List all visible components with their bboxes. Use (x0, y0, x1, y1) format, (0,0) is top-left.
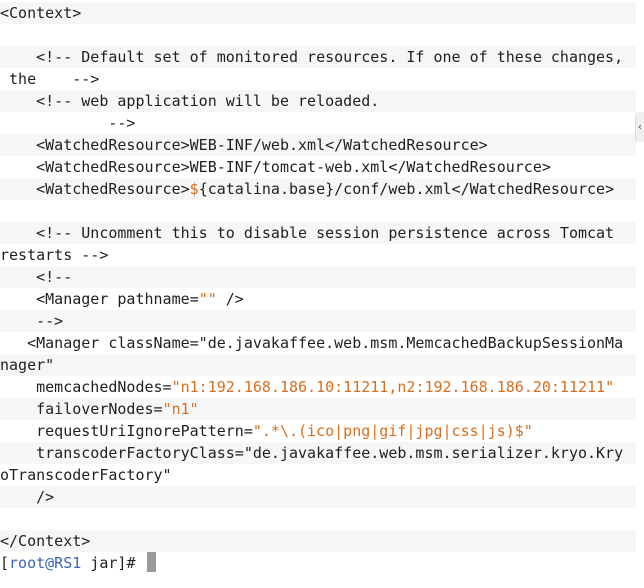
terminal-line: <WatchedResource>${catalina.base}/conf/w… (0, 178, 636, 200)
code-text: /> (216, 290, 244, 308)
code-text: <Manager className="de.javakaffee.web.ms… (0, 334, 624, 352)
code-text: restarts --> (0, 246, 109, 264)
terminal-line: <Context> (0, 2, 636, 24)
terminal-window[interactable]: <Context> <!-- Default set of monitored … (0, 0, 644, 588)
code-text: transcoderFactoryClass="de.javakaffee.we… (0, 444, 624, 462)
code-text: <WatchedResource>WEB-INF/web.xml</Watche… (0, 136, 488, 154)
terminal-line: oTranscoderFactory" (0, 464, 636, 486)
terminal-line: /> (0, 486, 636, 508)
string-literal: "n1:192.168.186.10:11211,n2:192.168.186.… (171, 378, 615, 396)
terminal-line: failoverNodes="n1" (0, 398, 636, 420)
code-text: --> (0, 114, 136, 132)
terminal-line: <!-- Uncomment this to disable session p… (0, 222, 636, 244)
code-text: --> (0, 312, 64, 330)
prompt-symbol: # (126, 554, 145, 572)
code-text: <!-- (0, 268, 73, 286)
terminal-line: <!-- (0, 266, 636, 288)
collapse-panel-handle[interactable]: ‹ (635, 112, 644, 142)
terminal-line: transcoderFactoryClass="de.javakaffee.we… (0, 442, 636, 464)
code-text: <!-- Default set of monitored resources.… (0, 48, 624, 66)
terminal-line: </Context> (0, 530, 636, 552)
code-text: memcachedNodes= (0, 378, 172, 396)
code-text: nager" (0, 356, 55, 374)
terminal-line: requestUriIgnorePattern=".*\.(ico|png|gi… (0, 420, 636, 442)
terminal-line: <!-- Default set of monitored resources.… (0, 46, 636, 68)
code-text: {catalina.base}/conf/web.xml</WatchedRes… (198, 180, 615, 198)
string-literal: ".*\.(ico|png|gif|jpg|css|js)$" (252, 422, 533, 440)
prompt-bracket-open: [ (0, 554, 10, 572)
terminal-line: <Manager className="de.javakaffee.web.ms… (0, 332, 636, 354)
terminal-line: <Manager pathname="" /> (0, 288, 636, 310)
code-text: requestUriIgnorePattern= (0, 422, 253, 440)
code-text: <WatchedResource> (0, 180, 190, 198)
code-text: </Context> (0, 532, 91, 550)
text-cursor (146, 552, 156, 572)
string-literal: "" (198, 290, 217, 308)
terminal-line: the --> (0, 68, 636, 90)
terminal-line: <WatchedResource>WEB-INF/tomcat-web.xml<… (0, 156, 636, 178)
code-text: failoverNodes= (0, 400, 163, 418)
prompt-user-host: root@RS1 (9, 554, 82, 572)
string-literal: $ (189, 180, 199, 198)
prompt-cwd: jar (81, 554, 118, 572)
terminal-line: memcachedNodes="n1:192.168.186.10:11211,… (0, 376, 636, 398)
string-literal: "n1" (162, 400, 199, 418)
code-text: <Context> (0, 4, 82, 22)
terminal-line: --> (0, 112, 636, 134)
code-text: <WatchedResource>WEB-INF/tomcat-web.xml<… (0, 158, 551, 176)
terminal-line: <WatchedResource>WEB-INF/web.xml</Watche… (0, 134, 636, 156)
terminal-line: --> (0, 310, 636, 332)
code-text: oTranscoderFactory" (0, 466, 172, 484)
code-text: <!-- web application will be reloaded. (0, 92, 380, 110)
code-text: <Manager pathname= (0, 290, 199, 308)
shell-prompt[interactable]: [root@RS1 jar]# (0, 552, 636, 574)
code-text: /> (0, 488, 55, 506)
terminal-line: restarts --> (0, 244, 636, 266)
code-text: the --> (0, 70, 100, 88)
terminal-line: <!-- web application will be reloaded. (0, 90, 636, 112)
code-text: <!-- Uncomment this to disable session p… (0, 224, 615, 242)
terminal-line: nager" (0, 354, 636, 376)
